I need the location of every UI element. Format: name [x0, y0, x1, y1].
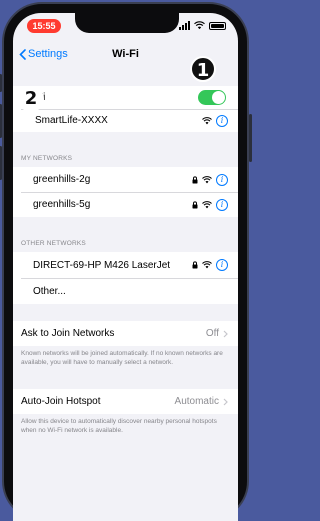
network-name: DIRECT-69-HP M426 LaserJet	[33, 259, 171, 271]
other-network-label: Other...	[33, 285, 66, 297]
auto-join-hotspot-row[interactable]: Auto-Join Hotspot Automatic	[13, 389, 238, 414]
network-name: greenhills-2g	[33, 174, 91, 185]
info-icon[interactable]: i	[216, 198, 228, 211]
ask-to-join-row[interactable]: Ask to Join Networks Off	[13, 321, 238, 346]
toggle-knob	[212, 91, 225, 104]
wifi-icon	[202, 116, 212, 124]
network-icons: i	[192, 173, 228, 186]
auto-join-hotspot-value: Automatic	[174, 396, 219, 407]
ask-to-join-footnote: Known networks will be joined automatica…	[21, 350, 223, 366]
lock-icon	[192, 200, 198, 208]
ask-to-join-value: Off	[205, 328, 219, 339]
info-icon[interactable]: i	[216, 173, 228, 186]
power-button	[249, 114, 252, 162]
current-network-name: SmartLife-XXXX	[35, 115, 108, 126]
status-icons	[179, 20, 226, 30]
auto-join-hotspot-label: Auto-Join Hotspot	[21, 396, 101, 407]
auto-join-hotspot-group: Auto-Join Hotspot Automatic	[13, 389, 238, 414]
wifi-toggle-row: Fi	[13, 86, 238, 109]
ask-to-join-value-wrap: Off	[206, 328, 228, 339]
other-networks-header: OTHER NETWORKS	[21, 240, 86, 247]
wifi-icon	[202, 175, 212, 183]
current-network-row[interactable]: SmartLife-XXXX i	[13, 109, 238, 132]
network-row[interactable]: DIRECT-69-HP M426 LaserJet i	[13, 252, 238, 278]
battery-icon	[209, 22, 226, 30]
other-networks-group: DIRECT-69-HP M426 LaserJet i Other...	[13, 252, 238, 304]
info-icon[interactable]: i	[216, 114, 228, 127]
wifi-group: Fi SmartLife-XXXX i	[13, 86, 238, 132]
auto-join-hotspot-footnote: Allow this device to automatically disco…	[21, 418, 217, 434]
volume-down-button	[0, 146, 2, 180]
wifi-icon	[194, 21, 205, 30]
other-network-row[interactable]: Other...	[13, 278, 238, 304]
auto-join-hotspot-value-wrap: Automatic	[175, 396, 228, 407]
phone-screen: 15:55 Settings Wi-Fi Fi SmartLife-XXXX i	[13, 13, 238, 521]
my-networks-group: greenhills-2g i greenhills-5g i	[13, 167, 238, 217]
ask-to-join-label: Ask to Join Networks	[21, 328, 115, 339]
current-network-icons: i	[202, 114, 228, 127]
network-row[interactable]: greenhills-2g i	[13, 167, 238, 192]
network-name: greenhills-5g	[33, 199, 91, 210]
signal-icon	[179, 21, 190, 30]
annotation-badge-1: 1	[190, 56, 216, 82]
mute-switch	[0, 74, 2, 92]
wifi-icon	[202, 261, 212, 269]
lock-icon	[192, 261, 198, 269]
chevron-right-icon	[223, 398, 228, 405]
my-networks-header: MY NETWORKS	[21, 155, 73, 162]
lock-icon	[192, 175, 198, 183]
wifi-toggle[interactable]	[198, 90, 226, 105]
network-icons: i	[192, 198, 228, 211]
network-row[interactable]: greenhills-5g i	[13, 192, 238, 217]
ask-to-join-group: Ask to Join Networks Off	[13, 321, 238, 346]
volume-up-button	[0, 104, 2, 138]
chevron-right-icon	[223, 330, 228, 337]
notch	[75, 13, 179, 33]
info-icon[interactable]: i	[216, 259, 228, 271]
annotation-badge-2: 2	[18, 86, 44, 112]
wifi-icon	[202, 200, 212, 208]
network-icons: i	[192, 259, 228, 271]
status-time: 15:55	[27, 19, 61, 33]
